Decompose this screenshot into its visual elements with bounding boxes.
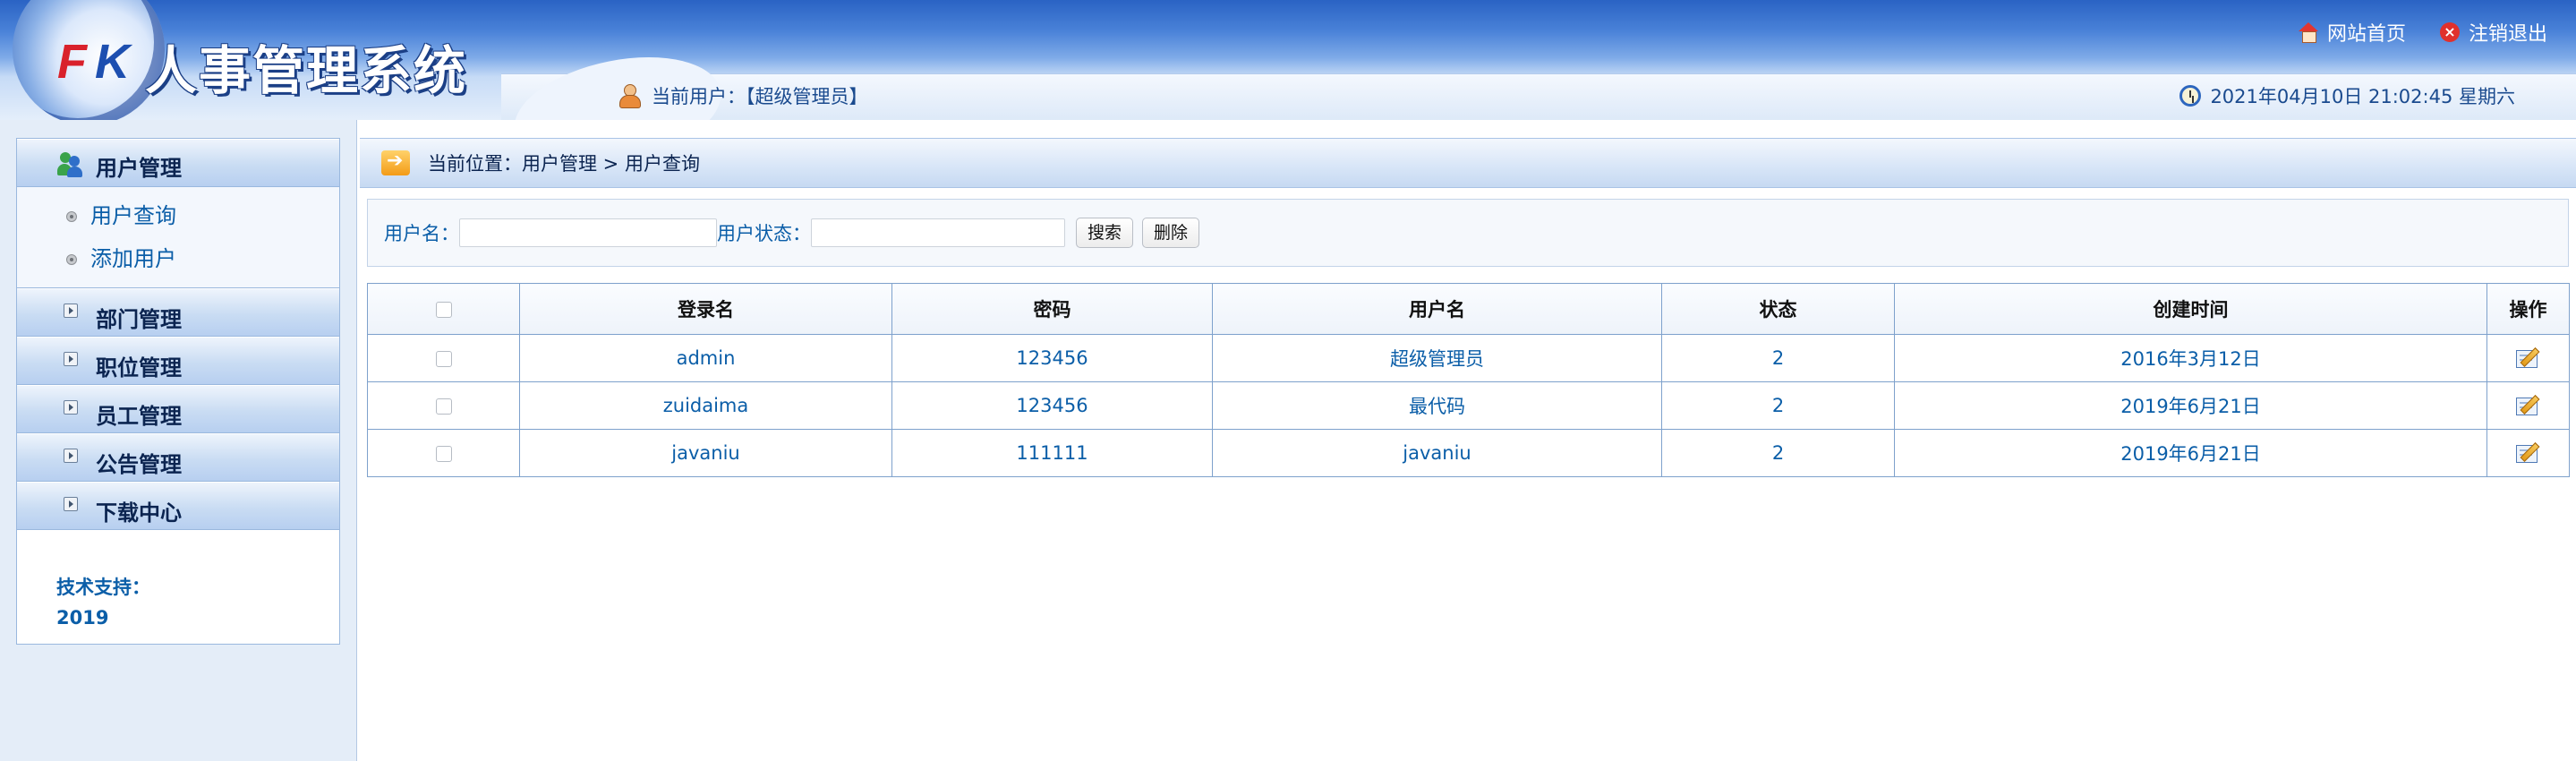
clock-icon <box>2179 85 2202 107</box>
status-cell: 2 <box>1661 429 1895 477</box>
sidebar-item-employee[interactable]: 员工管理 <box>17 385 339 433</box>
tech-support: 技术支持： 2019 <box>56 572 150 633</box>
bullet-icon <box>66 254 77 265</box>
username-cell: 超级管理员 <box>1212 334 1662 382</box>
created-cell: 2019年6月21日 <box>1894 429 2487 477</box>
arrow-right-icon <box>381 150 410 175</box>
logo-letter-f: F <box>57 35 87 89</box>
sidebar-item-department[interactable]: 部门管理 <box>17 288 339 337</box>
submenu-label: 添加用户 <box>90 246 176 271</box>
login-cell: javaniu <box>519 429 892 477</box>
expand-arrow-icon <box>64 352 78 366</box>
support-value: 2019 <box>56 607 109 628</box>
action-cell <box>2486 429 2570 477</box>
sidebar-item-download[interactable]: 下载中心 <box>17 482 339 530</box>
menu-label: 部门管理 <box>96 307 182 332</box>
login-cell: zuidaima <box>519 381 892 430</box>
select-all-cell <box>367 283 520 335</box>
expand-arrow-icon <box>64 400 78 415</box>
logout-link[interactable]: × 注销退出 <box>2439 18 2547 47</box>
sidebar-item-user-query[interactable]: 用户查询 <box>17 194 339 237</box>
sidebar-item-user-management[interactable]: 用户管理 <box>17 139 339 187</box>
login-cell: admin <box>519 334 892 382</box>
logo-crescent <box>13 0 165 120</box>
row-checkbox[interactable] <box>435 351 452 367</box>
breadcrumb-text: 当前位置：用户管理 > 用户查询 <box>428 153 700 175</box>
logout-link-label[interactable]: 注销退出 <box>2469 18 2547 47</box>
user-submenu: 用户查询 添加用户 <box>17 187 339 288</box>
menu-label: 员工管理 <box>96 404 182 429</box>
users-group-icon <box>56 150 83 177</box>
column-header: 状态 <box>1661 283 1895 335</box>
row-checkbox[interactable] <box>435 446 452 462</box>
checkbox-cell <box>367 334 520 382</box>
logout-icon: × <box>2439 22 2460 42</box>
home-icon <box>2298 22 2318 43</box>
select-all-checkbox[interactable] <box>435 302 452 318</box>
sidebar-item-notice[interactable]: 公告管理 <box>17 433 339 482</box>
expand-arrow-icon <box>64 497 78 511</box>
datetime: 2021年04月10日 21:02:45 星期六 <box>2179 82 2515 109</box>
username-input[interactable] <box>459 218 717 247</box>
edit-icon[interactable] <box>2515 394 2541 417</box>
table-row: zuidaima 123456 最代码 2 2019年6月21日 <box>367 381 2570 430</box>
username-cell: javaniu <box>1212 429 1662 477</box>
username-label: 用户名： <box>384 223 459 244</box>
checkbox-cell <box>367 381 520 430</box>
menu-label: 职位管理 <box>96 355 182 380</box>
user-icon <box>618 83 641 108</box>
status-cell: 2 <box>1661 334 1895 382</box>
bullet-icon <box>66 211 77 222</box>
status-input[interactable] <box>811 218 1065 247</box>
home-link-label[interactable]: 网站首页 <box>2327 18 2406 47</box>
support-label: 技术支持： <box>56 577 150 598</box>
expand-arrow-icon <box>64 449 78 463</box>
system-title: 人事管理系统 <box>145 40 468 101</box>
search-button[interactable]: 搜索 <box>1076 218 1134 248</box>
logo-letter-k: K <box>95 35 130 89</box>
action-cell <box>2486 334 2570 382</box>
top-links: 网站首页 × 注销退出 <box>2298 18 2547 47</box>
status-cell: 2 <box>1661 381 1895 430</box>
created-cell: 2016年3月12日 <box>1894 334 2487 382</box>
column-header: 登录名 <box>519 283 892 335</box>
datetime-text: 2021年04月10日 21:02:45 星期六 <box>2210 86 2515 107</box>
checkbox-cell <box>367 429 520 477</box>
current-user-label: 当前用户：【超级管理员】 <box>652 86 868 107</box>
user-table: 登录名 密码 用户名 状态 创建时间 操作 admin 123456 超级管理员… <box>367 283 2570 477</box>
action-cell <box>2486 381 2570 430</box>
column-header: 创建时间 <box>1894 283 2487 335</box>
home-link[interactable]: 网站首页 <box>2298 18 2406 47</box>
menu-label: 公告管理 <box>96 452 182 477</box>
password-cell: 111111 <box>891 429 1213 477</box>
table-row: javaniu 111111 javaniu 2 2019年6月21日 <box>367 429 2570 477</box>
submenu-label: 用户查询 <box>90 203 176 228</box>
row-checkbox[interactable] <box>435 398 452 415</box>
expand-arrow-icon <box>64 304 78 318</box>
column-header: 用户名 <box>1212 283 1662 335</box>
status-label: 用户状态： <box>717 223 811 244</box>
edit-icon[interactable] <box>2515 441 2541 465</box>
column-header: 操作 <box>2486 283 2570 335</box>
sidebar-item-add-user[interactable]: 添加用户 <box>17 237 339 280</box>
password-cell: 123456 <box>891 334 1213 382</box>
current-user: 当前用户：【超级管理员】 <box>618 82 868 109</box>
edit-icon[interactable] <box>2515 346 2541 370</box>
menu-label: 用户管理 <box>96 156 182 181</box>
delete-button[interactable]: 删除 <box>1142 218 1200 248</box>
username-cell: 最代码 <box>1212 381 1662 430</box>
sidebar-item-position[interactable]: 职位管理 <box>17 337 339 385</box>
table-row: admin 123456 超级管理员 2 2016年3月12日 <box>367 334 2570 382</box>
header: F K 人事管理系统 网站首页 × 注销退出 当前用户：【超级管理员】 2021… <box>0 0 2576 120</box>
column-header: 密码 <box>891 283 1213 335</box>
breadcrumb: 当前位置：用户管理 > 用户查询 <box>360 138 2576 188</box>
created-cell: 2019年6月21日 <box>1894 381 2487 430</box>
table-header-row: 登录名 密码 用户名 状态 创建时间 操作 <box>367 283 2570 335</box>
password-cell: 123456 <box>891 381 1213 430</box>
menu-label: 下载中心 <box>96 500 182 526</box>
search-form: 用户名： 用户状态： 搜索 删除 <box>367 199 2569 267</box>
sidebar: 用户管理 用户查询 添加用户 部门管理 职位管理 员工管理 公告管理 下载中心 … <box>16 138 340 645</box>
